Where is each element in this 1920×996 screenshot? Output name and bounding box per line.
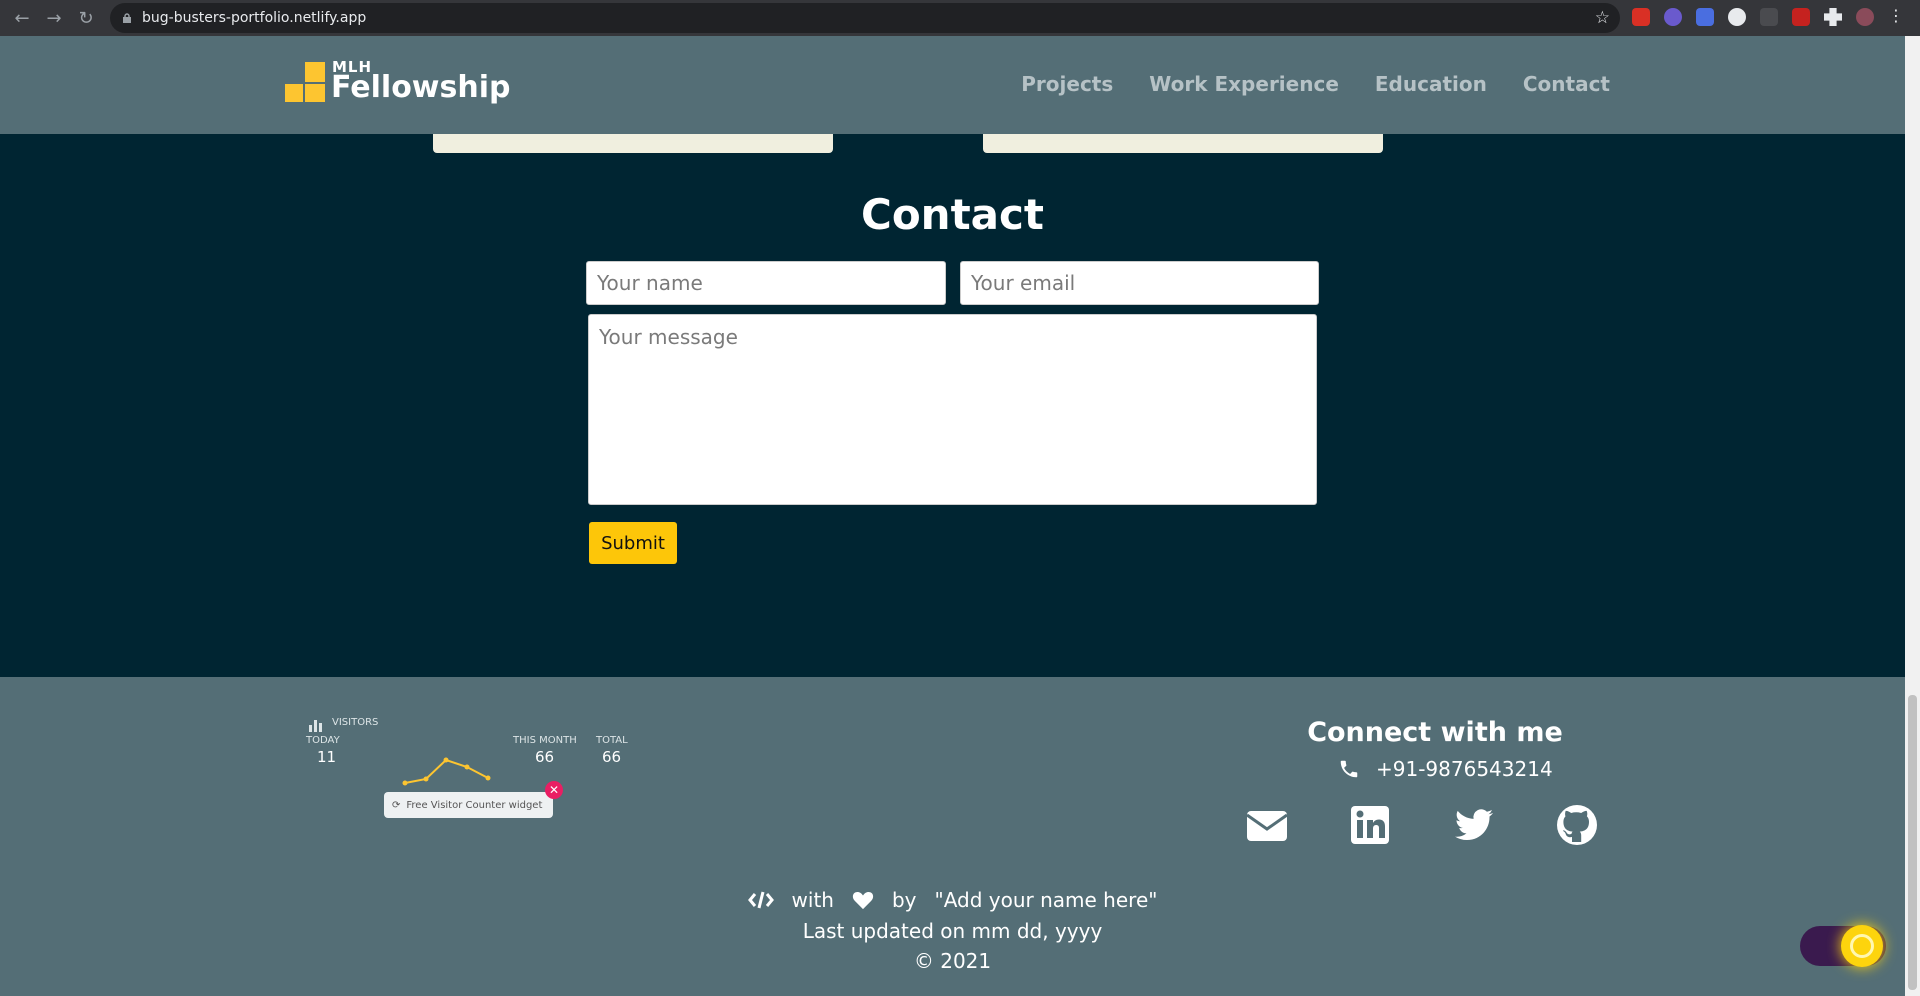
- github-icon[interactable]: [1555, 803, 1599, 847]
- today-value: 11: [317, 748, 337, 766]
- visitor-sparkline: [402, 757, 491, 786]
- visitors-heading: VISITORS: [332, 717, 379, 728]
- copyright: © 2021: [913, 949, 992, 973]
- education-card: [433, 134, 833, 153]
- credit-by: by: [891, 888, 917, 912]
- nav-link-contact[interactable]: Contact: [1523, 72, 1610, 96]
- bookmark-star-icon[interactable]: ☆: [1595, 8, 1610, 28]
- bar-chart-icon: [309, 720, 322, 732]
- extension-icon[interactable]: [1632, 8, 1650, 26]
- main-nav: Projects Work Experience Education Conta…: [1021, 72, 1610, 96]
- extension-icon[interactable]: [1760, 8, 1778, 26]
- credit-line: with by "Add your name here": [0, 888, 1905, 912]
- phone-row: +91-9876543214: [1338, 757, 1553, 781]
- lock-icon: [123, 13, 131, 23]
- nav-link-education[interactable]: Education: [1375, 72, 1487, 96]
- education-card: [983, 134, 1383, 153]
- visitor-counter-badge[interactable]: ⟳ Free Visitor Counter widget: [384, 792, 553, 818]
- heart-icon: [852, 891, 874, 910]
- connect-heading: Connect with me: [1307, 717, 1563, 748]
- address-bar[interactable]: bug-busters-portfolio.netlify.app ☆: [110, 3, 1620, 33]
- extension-icon[interactable]: [1664, 8, 1682, 26]
- contact-heading: Contact: [861, 190, 1044, 239]
- badge-text: Free Visitor Counter widget: [406, 799, 543, 811]
- forward-icon[interactable]: →: [38, 2, 70, 34]
- month-value: 66: [535, 748, 555, 766]
- phone-number[interactable]: +91-9876543214: [1376, 757, 1553, 781]
- url-text: bug-busters-portfolio.netlify.app: [142, 10, 367, 26]
- avatar[interactable]: [1856, 8, 1874, 26]
- puzzle-icon[interactable]: [1824, 8, 1842, 26]
- site-footer: VISITORS TODAY 11 THIS MONTH 66 TOTAL 66…: [0, 677, 1905, 996]
- month-label: THIS MONTH: [513, 735, 577, 746]
- total-value: 66: [602, 748, 622, 766]
- message-textarea[interactable]: [588, 314, 1317, 505]
- back-icon[interactable]: ←: [6, 2, 38, 34]
- scrollbar-thumb[interactable]: [1908, 695, 1917, 990]
- logo-fellowship-text: Fellowship: [331, 70, 511, 105]
- extension-icon[interactable]: [1792, 8, 1810, 26]
- twitter-icon[interactable]: [1452, 803, 1496, 847]
- email-input[interactable]: [960, 261, 1319, 305]
- logo-blocks-icon: [285, 62, 325, 104]
- name-input[interactable]: [586, 261, 946, 305]
- nav-link-work-experience[interactable]: Work Experience: [1149, 72, 1339, 96]
- refresh-icon: ⟳: [392, 799, 401, 811]
- sun-icon[interactable]: [1841, 925, 1883, 967]
- browser-toolbar: ← → ↻ bug-busters-portfolio.netlify.app …: [0, 0, 1920, 36]
- reload-icon[interactable]: ↻: [70, 2, 102, 34]
- nav-link-projects[interactable]: Projects: [1021, 72, 1113, 96]
- code-icon: [747, 891, 774, 909]
- credit-name: "Add your name here": [934, 888, 1158, 912]
- last-updated: Last updated on mm dd, yyyy: [802, 919, 1103, 943]
- phone-icon: [1340, 760, 1358, 778]
- credit-with: with: [791, 888, 834, 912]
- mlh-fellowship-logo[interactable]: MLH Fellowship: [285, 58, 511, 118]
- extension-icon[interactable]: [1728, 8, 1746, 26]
- today-label: TODAY: [306, 735, 340, 746]
- close-icon[interactable]: ✕: [545, 781, 563, 799]
- total-label: TOTAL: [596, 735, 628, 746]
- linkedin-icon[interactable]: [1348, 803, 1392, 847]
- extension-icon[interactable]: [1696, 8, 1714, 26]
- site-header: MLH Fellowship Projects Work Experience …: [0, 36, 1905, 134]
- envelope-icon[interactable]: [1245, 803, 1289, 847]
- menu-kebab-icon[interactable]: ⋮: [1888, 8, 1904, 26]
- submit-button[interactable]: Submit: [589, 522, 677, 564]
